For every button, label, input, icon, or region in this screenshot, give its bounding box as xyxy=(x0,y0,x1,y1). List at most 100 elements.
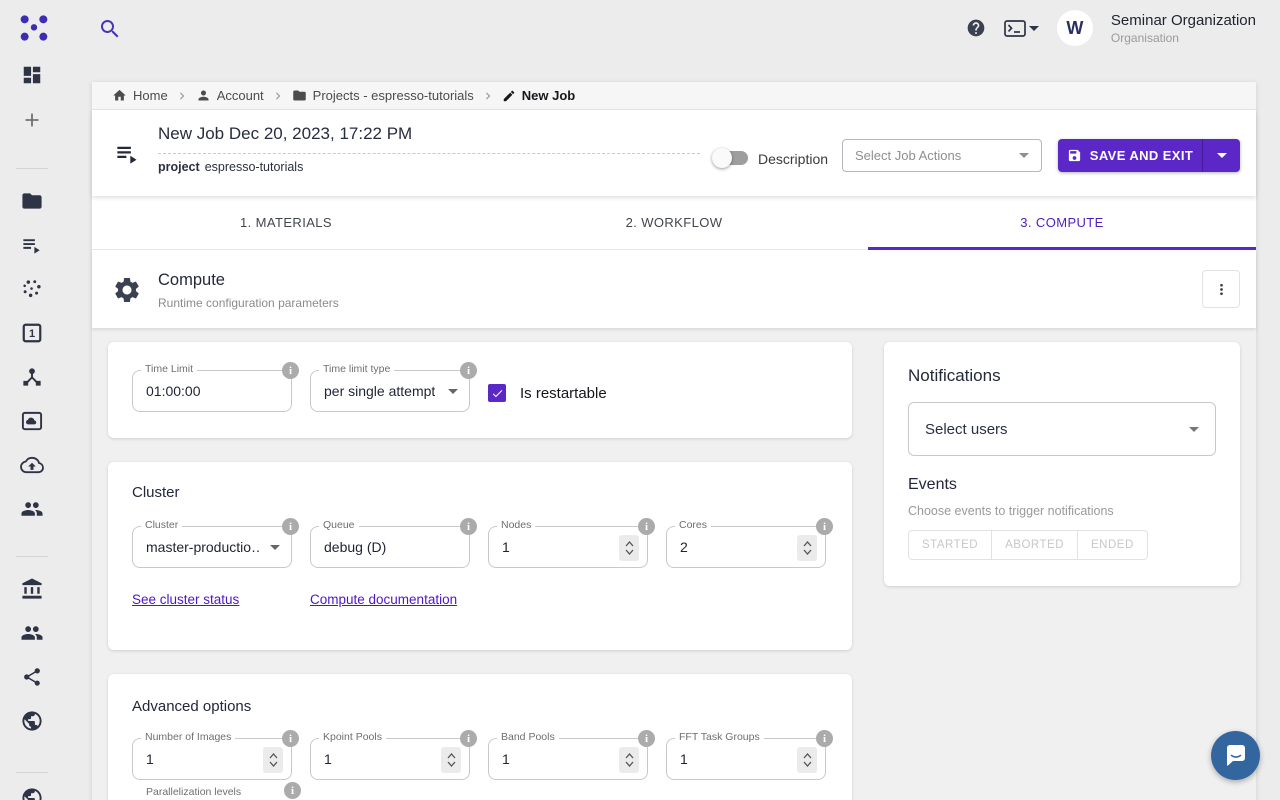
stepper-up-icon xyxy=(625,541,634,547)
bank-icon[interactable] xyxy=(21,578,44,601)
info-icon: i xyxy=(282,362,299,379)
is-restartable-label: Is restartable xyxy=(520,385,607,402)
info-icon: i xyxy=(460,730,477,747)
stepper-down-icon xyxy=(625,549,634,555)
materials-dots-icon[interactable] xyxy=(21,278,43,300)
team-icon[interactable] xyxy=(21,622,44,645)
people-icon[interactable] xyxy=(21,498,44,521)
info-icon: i xyxy=(460,362,477,379)
jobs-playlist-icon[interactable] xyxy=(21,234,44,257)
is-restartable-checkbox[interactable] xyxy=(488,384,506,402)
gear-icon xyxy=(112,275,142,305)
chevron-down-icon xyxy=(1189,427,1199,432)
home-icon xyxy=(112,88,127,103)
stepper-down-icon xyxy=(269,761,278,767)
info-icon: i xyxy=(638,518,655,535)
element-one-icon[interactable]: 1 xyxy=(21,322,43,344)
events-caption: Choose events to trigger notifications xyxy=(908,504,1114,518)
nodes-input[interactable]: Nodes 1 i xyxy=(488,526,648,568)
stepper-up-icon xyxy=(625,753,634,759)
cores-stepper[interactable] xyxy=(797,535,817,561)
search-icon[interactable] xyxy=(98,17,122,41)
chat-button[interactable] xyxy=(1211,731,1260,780)
chat-bubble-icon xyxy=(1224,744,1248,767)
description-toggle[interactable] xyxy=(714,151,748,165)
event-started-button[interactable]: STARTED xyxy=(908,530,992,560)
folder-icon xyxy=(292,88,307,103)
add-icon[interactable] xyxy=(21,109,43,131)
number-of-images-input[interactable]: Number of Images 1 i xyxy=(132,738,292,780)
event-button-group: STARTED ABORTED ENDED xyxy=(908,530,1148,560)
cores-input[interactable]: Cores 2 i xyxy=(666,526,826,568)
tab-compute[interactable]: 3. COMPUTE xyxy=(868,196,1256,249)
kpoint-pools-input[interactable]: Kpoint Pools 1 i xyxy=(310,738,470,780)
advanced-options-card: Advanced options Number of Images 1 i Kp… xyxy=(108,674,852,800)
section-menu-button[interactable] xyxy=(1202,270,1240,308)
chevron-right-icon xyxy=(271,89,285,103)
tab-workflow[interactable]: 2. WORKFLOW xyxy=(480,196,868,249)
job-title-input[interactable]: New Job Dec 20, 2023, 17:22 PM xyxy=(158,124,700,154)
time-limit-input[interactable]: Time Limit 01:00:00 i xyxy=(132,370,292,412)
job-playlist-icon xyxy=(114,140,141,167)
org-subtitle: Organisation xyxy=(1111,31,1256,45)
number-of-images-stepper[interactable] xyxy=(263,747,283,773)
compute-docs-link[interactable]: Compute documentation xyxy=(310,592,457,607)
edit-icon xyxy=(502,89,516,103)
cluster-heading: Cluster xyxy=(132,484,180,501)
app-logo-icon[interactable] xyxy=(18,12,50,44)
compute-section-header: Compute Runtime configuration parameters xyxy=(92,250,1256,328)
breadcrumb-account[interactable]: Account xyxy=(196,88,264,103)
info-icon: i xyxy=(638,730,655,747)
cluster-card: Cluster Cluster master-productio… i Queu… xyxy=(108,462,852,650)
fft-task-groups-input[interactable]: FFT Task Groups 1 i xyxy=(666,738,826,780)
breadcrumb-projects[interactable]: Projects - espresso-tutorials xyxy=(292,88,474,103)
select-users-dropdown[interactable]: Select users xyxy=(908,402,1216,456)
info-icon: i xyxy=(816,518,833,535)
info-icon: i xyxy=(816,730,833,747)
tab-materials[interactable]: 1. MATERIALS xyxy=(92,196,480,249)
workflows-tree-icon[interactable] xyxy=(21,366,44,389)
sidebar-divider xyxy=(16,556,48,557)
band-pools-stepper[interactable] xyxy=(619,747,639,773)
chevron-down-icon xyxy=(448,389,458,394)
save-split-caret[interactable] xyxy=(1203,139,1240,172)
queue-input[interactable]: Queue debug (D) i xyxy=(310,526,470,568)
advanced-heading: Advanced options xyxy=(132,698,251,715)
info-icon: i xyxy=(284,782,301,799)
share-icon[interactable] xyxy=(22,667,43,688)
chevron-right-icon xyxy=(481,89,495,103)
cloud-upload-icon[interactable] xyxy=(20,453,44,477)
check-icon xyxy=(491,387,504,400)
avatar[interactable]: W xyxy=(1057,10,1093,46)
event-aborted-button[interactable]: ABORTED xyxy=(992,530,1078,560)
top-app-bar: W Seminar Organization Organisation xyxy=(0,0,1280,56)
band-pools-input[interactable]: Band Pools 1 i xyxy=(488,738,648,780)
dashboard-icon[interactable] xyxy=(21,64,43,86)
project-line: projectespresso-tutorials xyxy=(158,160,303,174)
save-and-exit-button[interactable]: SAVE AND EXIT xyxy=(1058,139,1240,172)
cluster-status-link[interactable]: See cluster status xyxy=(132,592,239,607)
projects-folder-icon[interactable] xyxy=(21,190,44,213)
compute-subtitle: Runtime configuration parameters xyxy=(158,296,339,310)
job-header: New Job Dec 20, 2023, 17:22 PM projectes… xyxy=(92,110,1256,196)
info-icon: i xyxy=(282,730,299,747)
fft-task-groups-stepper[interactable] xyxy=(797,747,817,773)
org-info[interactable]: Seminar Organization Organisation xyxy=(1111,12,1256,45)
kpoint-pools-stepper[interactable] xyxy=(441,747,461,773)
nodes-stepper[interactable] xyxy=(619,535,639,561)
help-icon[interactable] xyxy=(966,18,986,38)
chevron-down-icon xyxy=(1019,153,1029,158)
job-actions-select[interactable]: Select Job Actions xyxy=(842,139,1042,172)
boxed-cloud-icon[interactable] xyxy=(21,410,44,433)
cluster-select[interactable]: Cluster master-productio… i xyxy=(132,526,292,568)
breadcrumb-home[interactable]: Home xyxy=(112,88,168,103)
info-icon: i xyxy=(460,518,477,535)
time-limit-type-select[interactable]: Time limit type per single attempt i xyxy=(310,370,470,412)
globe-icon[interactable] xyxy=(21,710,44,733)
globe-partial-icon[interactable] xyxy=(21,787,44,800)
event-ended-button[interactable]: ENDED xyxy=(1078,530,1148,560)
description-toggle-label: Description xyxy=(758,151,828,167)
stepper-up-icon xyxy=(803,753,812,759)
chevron-right-icon xyxy=(175,89,189,103)
console-menu-button[interactable] xyxy=(1004,20,1039,37)
